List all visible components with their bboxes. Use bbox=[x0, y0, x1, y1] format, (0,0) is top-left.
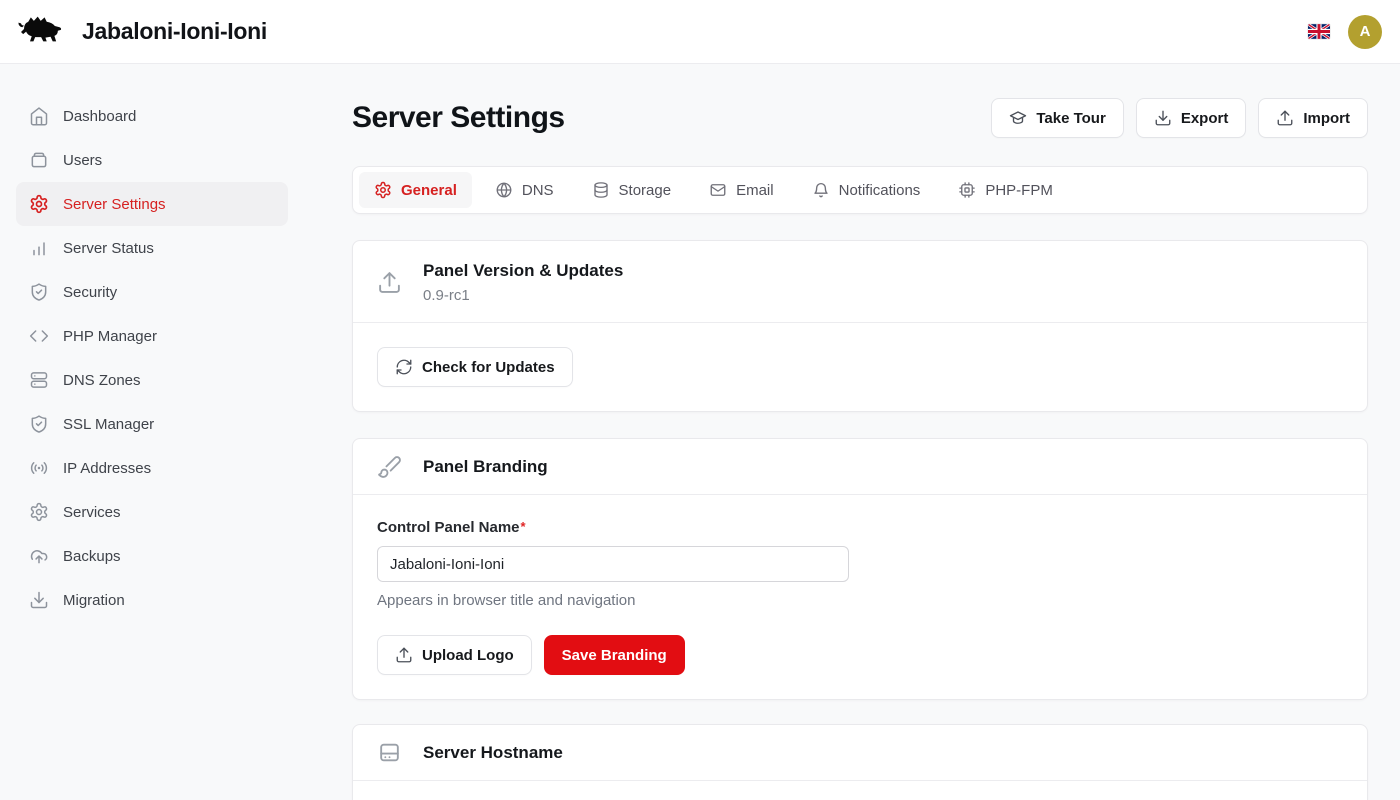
upload-icon bbox=[377, 270, 402, 295]
sidebar-item-users[interactable]: Users bbox=[16, 138, 288, 182]
import-button[interactable]: Import bbox=[1258, 98, 1368, 138]
sidebar-item-label: IP Addresses bbox=[63, 460, 151, 477]
download-icon bbox=[1154, 109, 1172, 127]
card-title: Panel Version & Updates bbox=[423, 261, 623, 281]
sidebar-item-ssl-manager[interactable]: SSL Manager bbox=[16, 402, 288, 446]
tab-label: Email bbox=[736, 182, 774, 199]
drawer-icon bbox=[29, 150, 49, 170]
card-title: Panel Branding bbox=[423, 457, 548, 477]
boar-logo-icon bbox=[16, 14, 68, 50]
sidebar-item-backups[interactable]: Backups bbox=[16, 534, 288, 578]
brand[interactable]: Jabaloni-Ioni-Ioni bbox=[16, 14, 267, 50]
sidebar-item-label: Backups bbox=[63, 548, 121, 565]
upload-icon bbox=[1276, 109, 1294, 127]
gear-icon bbox=[29, 502, 49, 522]
tab-notifications[interactable]: Notifications bbox=[797, 172, 936, 208]
main-content: Server Settings Take Tour Export Import bbox=[304, 64, 1400, 800]
tab-dns[interactable]: DNS bbox=[480, 172, 569, 208]
save-branding-button[interactable]: Save Branding bbox=[544, 635, 685, 675]
sidebar-item-label: Migration bbox=[63, 592, 125, 609]
field-helper-text: Appears in browser title and navigation bbox=[377, 592, 1343, 609]
sidebar-item-migration[interactable]: Migration bbox=[16, 578, 288, 622]
gear-icon bbox=[374, 181, 392, 199]
gear-icon bbox=[29, 194, 49, 214]
page-actions: Take Tour Export Import bbox=[991, 98, 1368, 138]
settings-tabbar: General DNS Storage Email Notifications … bbox=[352, 166, 1368, 214]
brand-name: Jabaloni-Ioni-Ioni bbox=[82, 18, 267, 45]
server-hostname-card: Server Hostname Hostname* bbox=[352, 724, 1368, 800]
mail-icon bbox=[709, 181, 727, 199]
sidebar-item-ip-addresses[interactable]: IP Addresses bbox=[16, 446, 288, 490]
download-icon bbox=[29, 590, 49, 610]
control-panel-name-label: Control Panel Name* bbox=[377, 519, 526, 536]
sidebar-item-label: Security bbox=[63, 284, 117, 301]
upload-icon bbox=[395, 646, 413, 664]
database-icon bbox=[592, 181, 610, 199]
shield-check-icon bbox=[29, 282, 49, 302]
panel-version-value: 0.9-rc1 bbox=[423, 287, 623, 304]
sidebar-item-label: Services bbox=[63, 504, 121, 521]
upload-logo-button[interactable]: Upload Logo bbox=[377, 635, 532, 675]
sidebar-item-label: PHP Manager bbox=[63, 328, 157, 345]
sidebar-item-services[interactable]: Services bbox=[16, 490, 288, 534]
tab-general[interactable]: General bbox=[359, 172, 472, 208]
graduation-cap-icon bbox=[1009, 109, 1027, 127]
sidebar: Dashboard Users Server Settings Server S… bbox=[0, 64, 304, 800]
globe-icon bbox=[495, 181, 513, 199]
home-icon bbox=[29, 106, 49, 126]
tab-label: PHP-FPM bbox=[985, 182, 1053, 199]
button-label: Import bbox=[1303, 110, 1350, 127]
check-updates-button[interactable]: Check for Updates bbox=[377, 347, 573, 387]
refresh-icon bbox=[395, 358, 413, 376]
tab-storage[interactable]: Storage bbox=[577, 172, 687, 208]
panel-branding-card: Panel Branding Control Panel Name* Appea… bbox=[352, 438, 1368, 700]
sidebar-item-label: DNS Zones bbox=[63, 372, 141, 389]
user-avatar[interactable]: A bbox=[1348, 15, 1382, 49]
cpu-icon bbox=[958, 181, 976, 199]
language-flag-icon[interactable] bbox=[1308, 24, 1330, 39]
shield-check-icon bbox=[29, 414, 49, 434]
tab-label: Storage bbox=[619, 182, 672, 199]
top-header: Jabaloni-Ioni-Ioni A bbox=[0, 0, 1400, 64]
take-tour-button[interactable]: Take Tour bbox=[991, 98, 1123, 138]
server-stack-icon bbox=[29, 370, 49, 390]
tab-email[interactable]: Email bbox=[694, 172, 789, 208]
bell-icon bbox=[812, 181, 830, 199]
required-mark: * bbox=[521, 519, 526, 534]
bar-chart-icon bbox=[29, 238, 49, 258]
button-label: Save Branding bbox=[562, 647, 667, 664]
tab-php-fpm[interactable]: PHP-FPM bbox=[943, 172, 1068, 208]
hard-drive-icon bbox=[377, 740, 402, 765]
export-button[interactable]: Export bbox=[1136, 98, 1247, 138]
tab-label: DNS bbox=[522, 182, 554, 199]
radio-icon bbox=[29, 458, 49, 478]
sidebar-item-label: SSL Manager bbox=[63, 416, 154, 433]
sidebar-item-label: Server Settings bbox=[63, 196, 166, 213]
button-label: Upload Logo bbox=[422, 647, 514, 664]
paintbrush-icon bbox=[377, 454, 402, 479]
card-title: Server Hostname bbox=[423, 743, 563, 763]
sidebar-item-label: Users bbox=[63, 152, 102, 169]
page-title: Server Settings bbox=[352, 101, 565, 135]
sidebar-item-php-manager[interactable]: PHP Manager bbox=[16, 314, 288, 358]
sidebar-item-label: Dashboard bbox=[63, 108, 136, 125]
sidebar-item-dashboard[interactable]: Dashboard bbox=[16, 94, 288, 138]
sidebar-item-security[interactable]: Security bbox=[16, 270, 288, 314]
button-label: Check for Updates bbox=[422, 359, 555, 376]
cloud-upload-icon bbox=[29, 546, 49, 566]
sidebar-item-server-status[interactable]: Server Status bbox=[16, 226, 288, 270]
sidebar-item-label: Server Status bbox=[63, 240, 154, 257]
sidebar-item-dns-zones[interactable]: DNS Zones bbox=[16, 358, 288, 402]
panel-version-card: Panel Version & Updates 0.9-rc1 Check fo… bbox=[352, 240, 1368, 412]
sidebar-item-server-settings[interactable]: Server Settings bbox=[16, 182, 288, 226]
tab-label: Notifications bbox=[839, 182, 921, 199]
button-label: Take Tour bbox=[1036, 110, 1105, 127]
code-icon bbox=[29, 326, 49, 346]
tab-label: General bbox=[401, 182, 457, 199]
control-panel-name-input[interactable] bbox=[377, 546, 849, 582]
button-label: Export bbox=[1181, 110, 1229, 127]
